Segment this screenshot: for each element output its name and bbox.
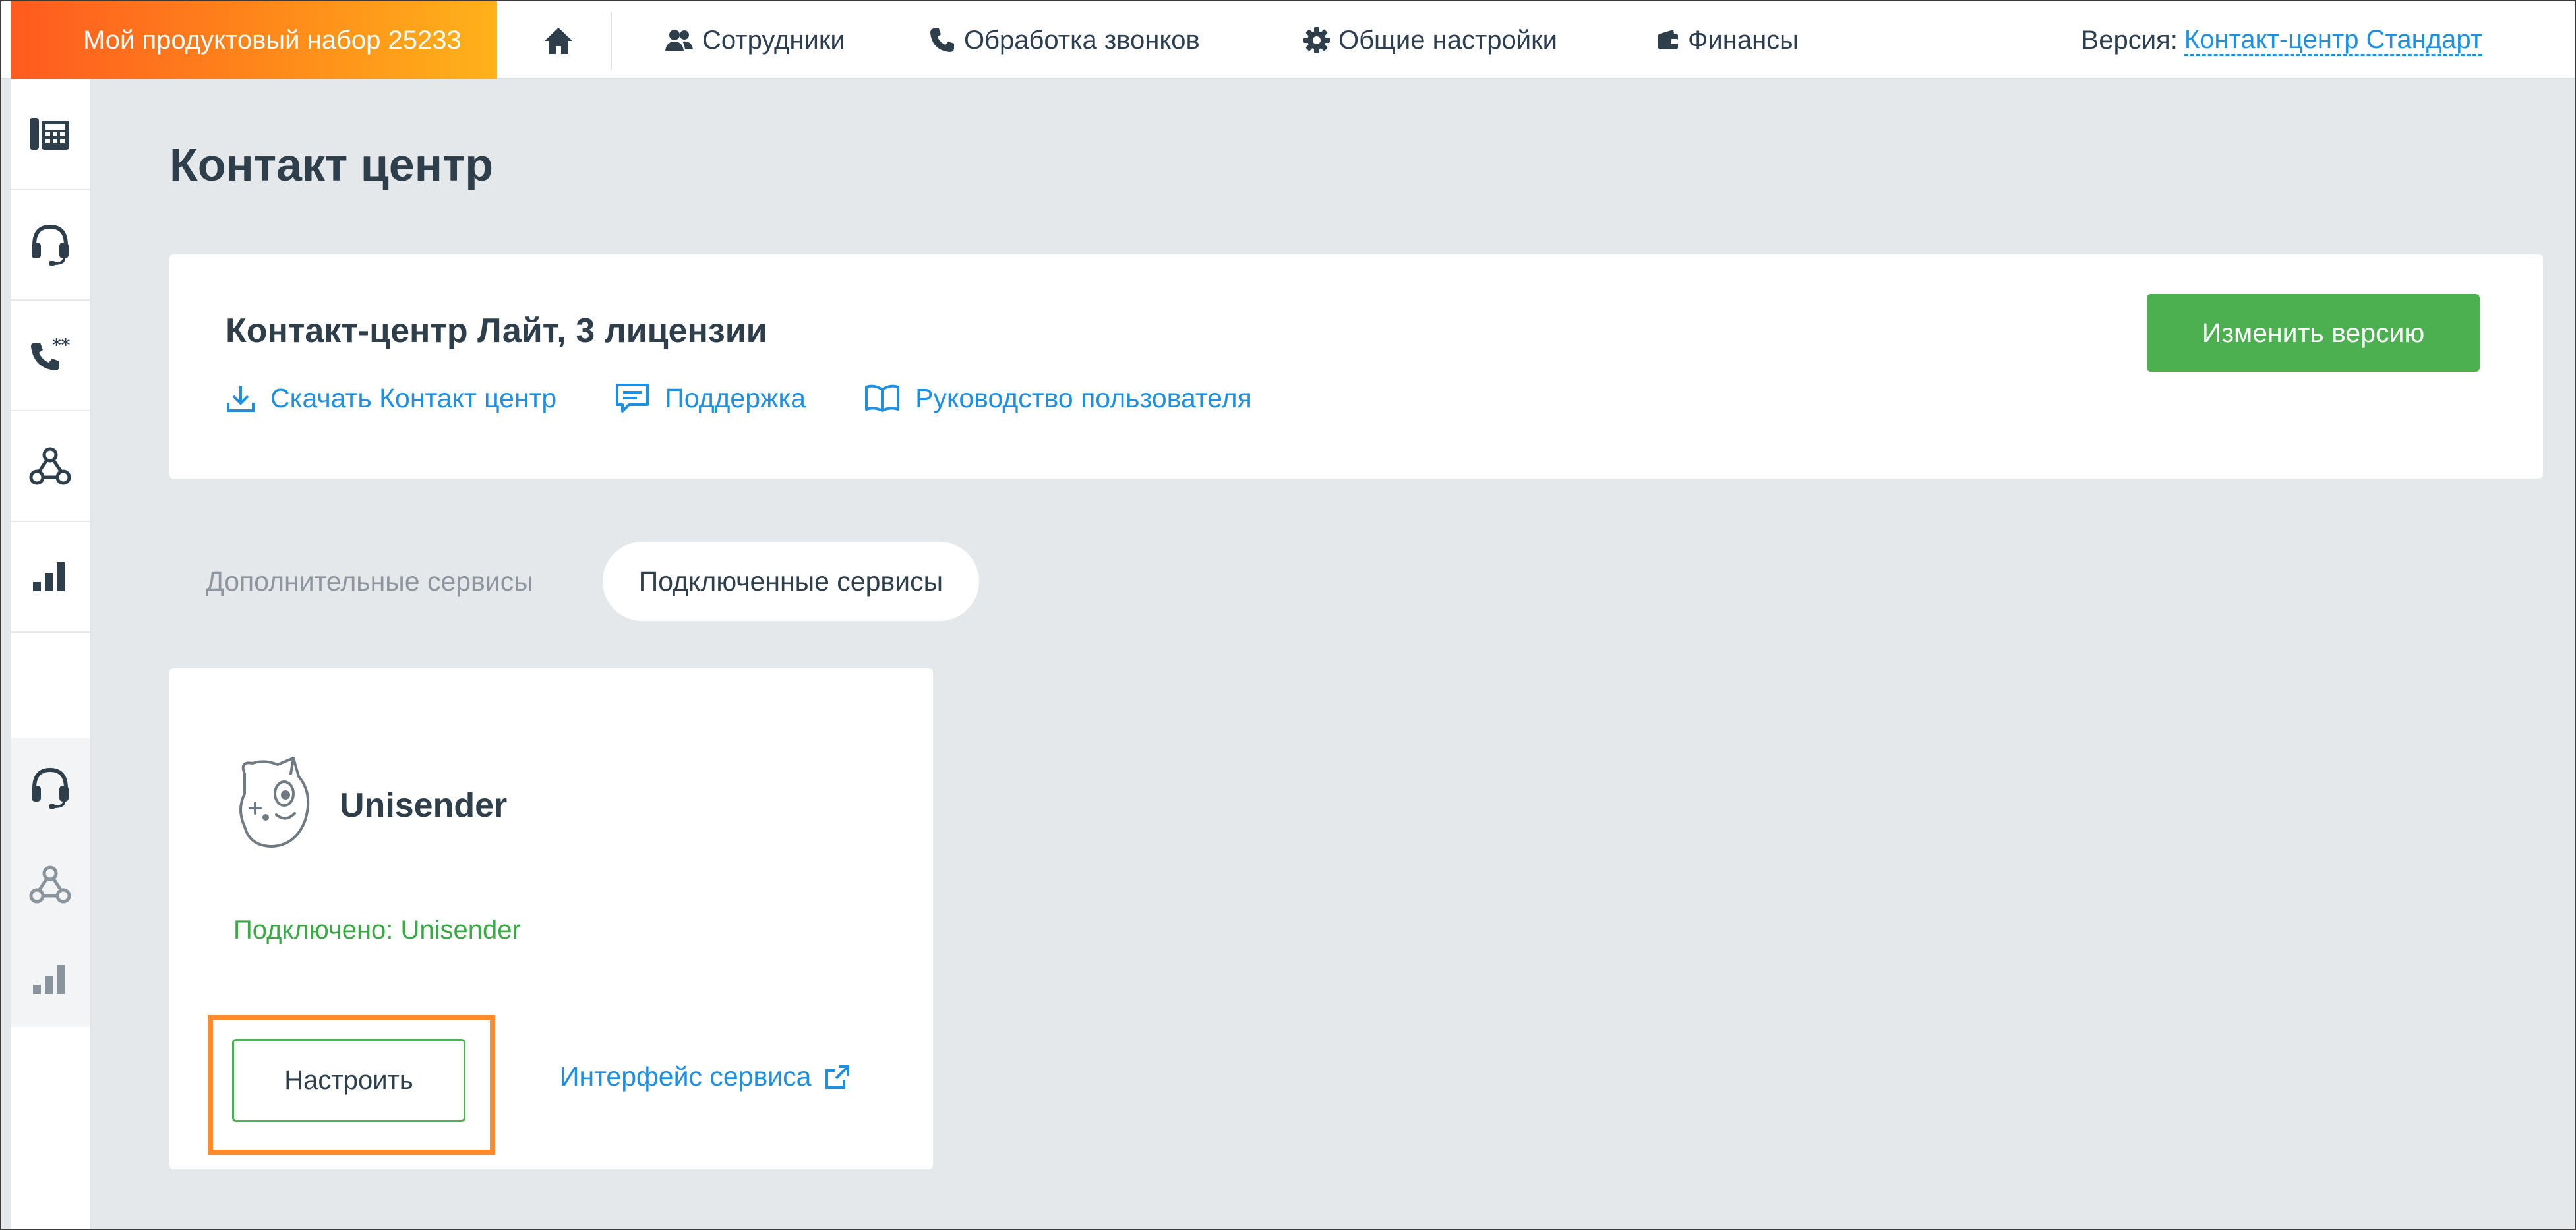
sidebar-item-analytics[interactable] xyxy=(11,522,90,633)
headset-icon xyxy=(32,767,69,809)
sidebar-item-integrations-secondary[interactable] xyxy=(11,837,90,932)
download-link[interactable]: Скачать Контакт центр xyxy=(225,383,556,414)
headset-icon xyxy=(32,224,69,266)
nav-finance-label: Финансы xyxy=(1688,25,1799,55)
license-title: Контакт-центр Лайт, 3 лицензии xyxy=(225,312,767,350)
change-version-button[interactable]: Изменить версию xyxy=(2147,294,2480,372)
page-title: Контакт центр xyxy=(169,139,494,190)
wallet-icon xyxy=(1658,30,1678,49)
external-link-icon xyxy=(825,1065,850,1089)
nav-finance[interactable]: Финансы xyxy=(1656,1,1799,79)
webhook-icon xyxy=(29,447,71,485)
service-name: Unisender xyxy=(340,786,508,825)
unisender-logo-icon xyxy=(239,757,310,848)
license-card: Контакт-центр Лайт, 3 лицензии Скачать К… xyxy=(169,254,2543,479)
nav-employees-label: Сотрудники xyxy=(702,25,845,55)
tab-connected-services[interactable]: Подключенные сервисы xyxy=(602,542,980,621)
service-card-unisender: Unisender Подключено: Unisender Настроит… xyxy=(169,668,933,1169)
gear-icon xyxy=(1303,27,1330,53)
tab-additional-services[interactable]: Дополнительные сервисы xyxy=(169,542,570,621)
product-set-selector[interactable]: Мой продуктовый набор 25233 xyxy=(11,1,497,79)
services-tabs: Дополнительные сервисы Подключенные серв… xyxy=(169,542,980,621)
app-frame: Мой продуктовый набор 25233 Сотрудники О… xyxy=(0,0,2576,1230)
version-link[interactable]: Контакт-центр Стандарт xyxy=(2184,25,2482,56)
sidebar-item-analytics-secondary[interactable] xyxy=(11,932,90,1027)
sidebar-item-call-rating[interactable]: ** xyxy=(11,301,90,411)
book-icon xyxy=(865,384,900,412)
home-button[interactable] xyxy=(529,21,588,61)
users-icon xyxy=(665,30,693,51)
user-guide-link-label: Руководство пользователя xyxy=(915,382,1252,413)
download-icon xyxy=(227,386,255,412)
nav-general-settings-label: Общие настройки xyxy=(1338,25,1557,55)
support-link[interactable]: Поддержка xyxy=(614,382,806,414)
home-icon xyxy=(545,28,572,54)
phone-stars-icon: ** xyxy=(31,336,71,370)
sidebar-item-contact-center[interactable] xyxy=(11,190,90,301)
phone-icon xyxy=(930,28,954,52)
license-links: Скачать Контакт центр Поддержка Руководс… xyxy=(225,382,1310,414)
chat-icon xyxy=(616,384,649,413)
bar-chart-icon xyxy=(33,562,65,591)
version-label: Версия: xyxy=(2081,25,2178,55)
nav-call-handling[interactable]: Обработка звонков xyxy=(928,1,1200,79)
sidebar-item-integrations[interactable] xyxy=(11,411,90,522)
nav-call-handling-label: Обработка звонков xyxy=(964,25,1200,55)
download-link-label: Скачать Контакт центр xyxy=(270,382,557,413)
webhook-icon xyxy=(29,865,71,904)
nav-divider xyxy=(611,12,612,70)
top-navbar: Мой продуктовый набор 25233 Сотрудники О… xyxy=(1,1,2575,79)
nav-employees[interactable]: Сотрудники xyxy=(664,1,845,79)
phone-keypad-icon xyxy=(30,118,69,150)
bar-chart-icon xyxy=(33,965,65,994)
sidebar-item-telephony[interactable] xyxy=(11,79,90,190)
sidebar-item-contact-center-active[interactable] xyxy=(11,738,90,837)
configure-button[interactable]: Настроить xyxy=(232,1039,465,1122)
service-interface-link[interactable]: Интерфейс сервиса xyxy=(560,1061,851,1092)
support-link-label: Поддержка xyxy=(665,382,806,413)
nav-general-settings[interactable]: Общие настройки xyxy=(1303,1,1557,79)
svg-text:**: ** xyxy=(52,336,71,355)
user-guide-link[interactable]: Руководство пользователя xyxy=(864,383,1252,414)
version-info: Версия: Контакт-центр Стандарт xyxy=(2082,1,2482,79)
service-status: Подключено: Unisender xyxy=(233,916,521,945)
sidebar: ** xyxy=(11,79,91,1229)
service-interface-label: Интерфейс сервиса xyxy=(560,1061,812,1092)
